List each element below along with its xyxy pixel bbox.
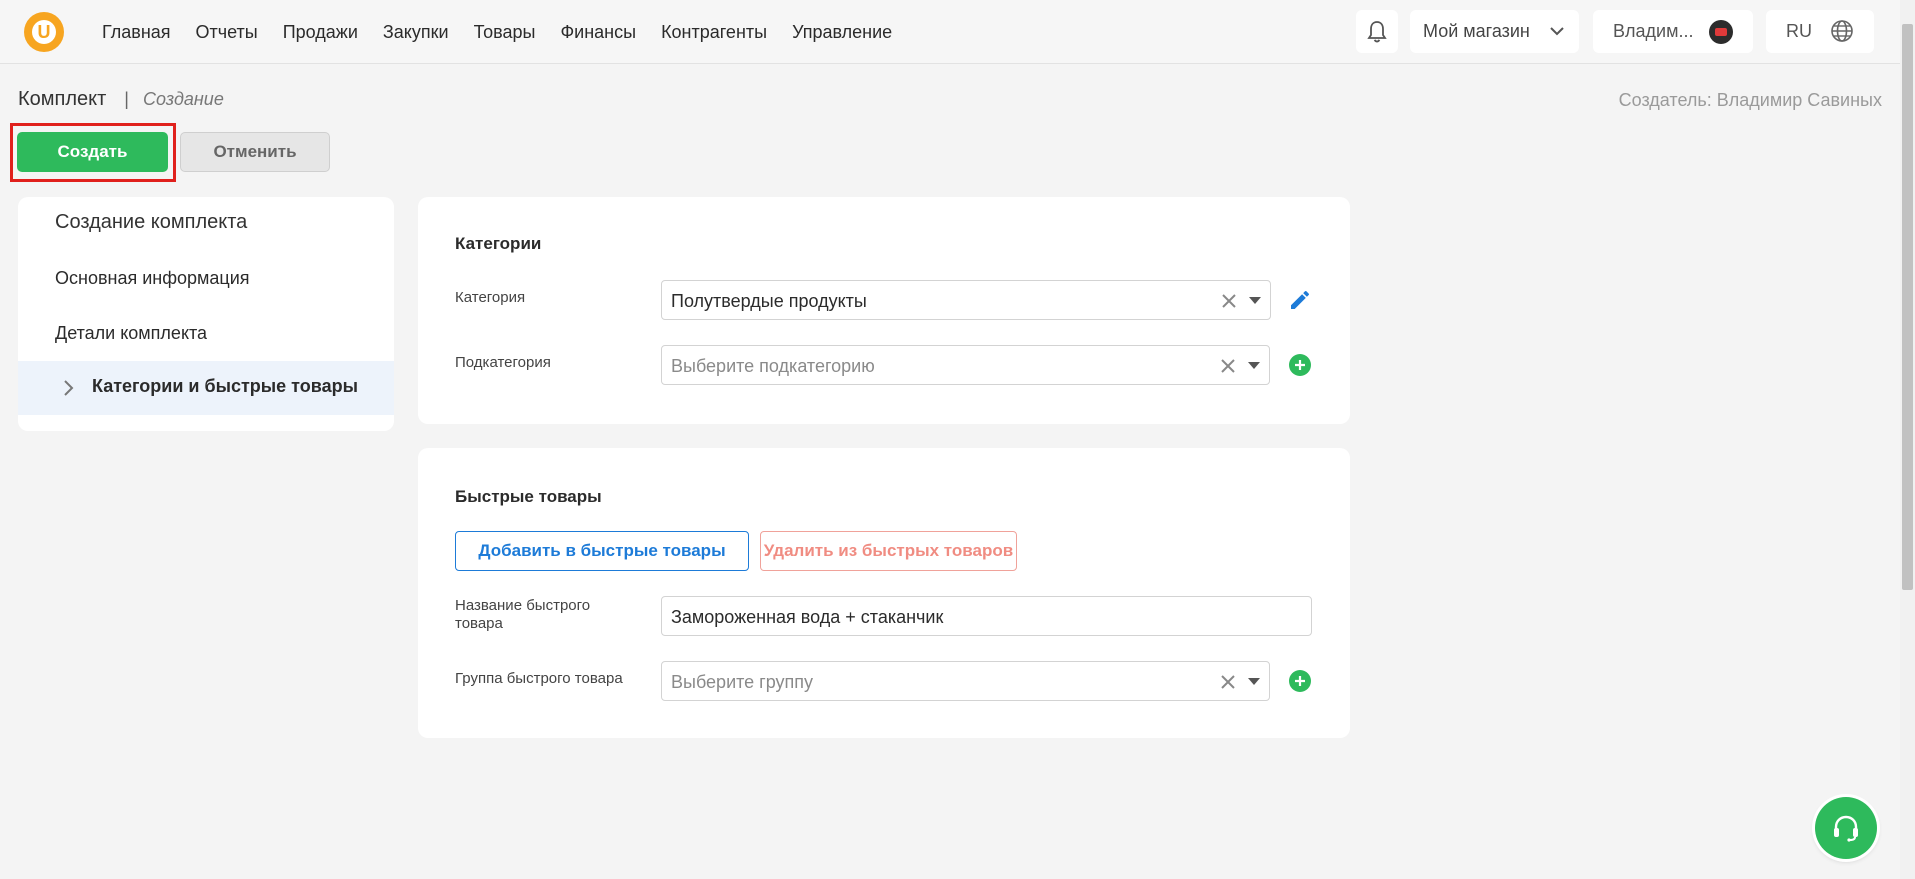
language-selector[interactable]: RU xyxy=(1766,10,1874,53)
categories-card: Категории Категория Полутвердые продукты… xyxy=(418,197,1350,424)
quick-products-title: Быстрые товары xyxy=(455,487,602,506)
quick-group-select[interactable]: Выберите группу xyxy=(661,661,1270,701)
page-title: Комплект xyxy=(18,88,107,110)
side-menu-title: Создание комплекта xyxy=(55,211,248,233)
language-code: RU xyxy=(1786,21,1812,41)
logo[interactable]: U xyxy=(24,12,64,52)
nav-item-management[interactable]: Управление xyxy=(792,22,892,43)
plus-icon xyxy=(1295,676,1305,686)
nav-item-reports[interactable]: Отчеты xyxy=(196,22,258,43)
subcategory-label: Подкатегория xyxy=(455,354,551,371)
cancel-button[interactable]: Отменить xyxy=(180,132,330,172)
shop-selector[interactable]: Мой магазин xyxy=(1410,10,1579,53)
category-value: Полутвердые продукты xyxy=(671,291,867,311)
breadcrumb-separator: | xyxy=(124,89,129,109)
subcategory-placeholder: Выберите подкатегорию xyxy=(671,356,875,376)
chevron-right-icon xyxy=(64,380,74,396)
scrollbar[interactable] xyxy=(1900,0,1915,879)
nav-item-products[interactable]: Товары xyxy=(474,22,536,43)
plus-icon xyxy=(1295,360,1305,370)
quick-group-placeholder: Выберите группу xyxy=(671,672,814,692)
quick-name-input[interactable]: Замороженная вода + стаканчик xyxy=(661,596,1312,636)
side-menu: Создание комплекта Основная информация Д… xyxy=(18,197,394,431)
nav-item-home[interactable]: Главная xyxy=(102,22,171,43)
main-nav: Главная Отчеты Продажи Закупки Товары Фи… xyxy=(102,0,917,64)
breadcrumb-mode: Создание xyxy=(142,89,224,109)
top-bar: U Главная Отчеты Продажи Закупки Товары … xyxy=(0,0,1900,64)
add-group-button[interactable] xyxy=(1289,670,1311,692)
creator-info: Создатель: Владимир Савиных xyxy=(1618,90,1882,110)
clear-icon[interactable] xyxy=(1219,673,1237,691)
scrollbar-thumb[interactable] xyxy=(1902,24,1913,590)
user-menu[interactable]: Владим... xyxy=(1593,10,1753,53)
side-item-kit-details[interactable]: Детали комплекта xyxy=(55,323,207,344)
side-item-basic-info[interactable]: Основная информация xyxy=(55,268,250,289)
quick-products-card: Быстрые товары Добавить в быстрые товары… xyxy=(418,448,1350,738)
add-to-quick-button[interactable]: Добавить в быстрые товары xyxy=(455,531,749,571)
category-select[interactable]: Полутвердые продукты xyxy=(661,280,1271,320)
edit-pencil-icon[interactable] xyxy=(1288,288,1312,312)
quick-name-label: Название быстрого товара xyxy=(455,597,591,632)
avatar xyxy=(1709,20,1733,44)
remove-from-quick-button[interactable]: Удалить из быстрых товаров xyxy=(760,531,1017,571)
category-label: Категория xyxy=(455,289,526,306)
breadcrumb: Комплект | Создание xyxy=(18,88,224,111)
notifications-button[interactable] xyxy=(1356,10,1398,53)
shop-name: Мой магазин xyxy=(1423,21,1530,41)
nav-item-purchases[interactable]: Закупки xyxy=(383,22,449,43)
quick-name-value: Замороженная вода + стаканчик xyxy=(671,607,944,627)
dropdown-arrow-icon[interactable] xyxy=(1248,678,1260,685)
nav-item-finance[interactable]: Финансы xyxy=(560,22,636,43)
side-item-categories-label: Категории и быстрые товары xyxy=(92,376,358,396)
clear-icon[interactable] xyxy=(1219,357,1237,375)
headset-icon xyxy=(1834,815,1858,842)
support-chat-button[interactable] xyxy=(1815,797,1877,859)
logo-letter: U xyxy=(32,20,56,44)
nav-item-contractors[interactable]: Контрагенты xyxy=(661,22,767,43)
globe-icon xyxy=(1831,20,1853,42)
subcategory-select[interactable]: Выберите подкатегорию xyxy=(661,345,1270,385)
clear-icon[interactable] xyxy=(1220,292,1238,310)
nav-item-sales[interactable]: Продажи xyxy=(283,22,358,43)
create-button[interactable]: Создать xyxy=(17,132,168,172)
side-item-categories[interactable]: Категории и быстрые товары xyxy=(18,361,394,415)
chevron-down-icon xyxy=(1550,27,1564,36)
dropdown-arrow-icon[interactable] xyxy=(1249,297,1261,304)
user-name: Владим... xyxy=(1613,21,1694,41)
bell-icon xyxy=(1367,20,1387,42)
quick-group-label: Группа быстрого товара xyxy=(455,670,623,687)
dropdown-arrow-icon[interactable] xyxy=(1248,362,1260,369)
categories-title: Категории xyxy=(455,234,542,253)
add-subcategory-button[interactable] xyxy=(1289,354,1311,376)
